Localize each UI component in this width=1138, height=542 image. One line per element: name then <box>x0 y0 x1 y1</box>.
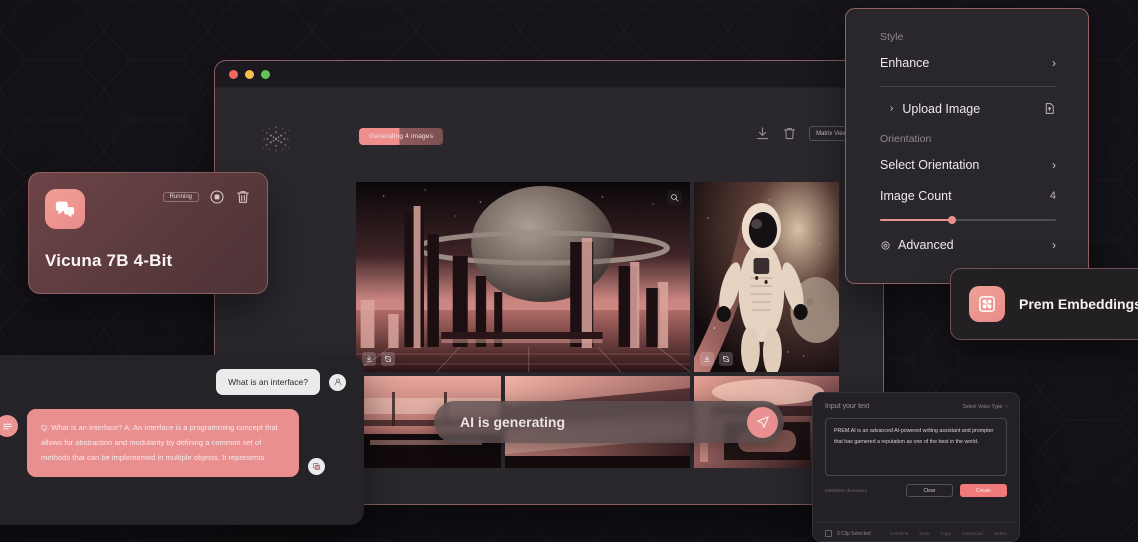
chat-message-user: What is an interface? <box>0 369 346 395</box>
prem-embeddings-title: Prem Embeddings <box>1019 296 1138 312</box>
ai-assistant-icon <box>0 415 18 437</box>
chevron-right-icon: › <box>1052 158 1056 172</box>
model-card-vicuna[interactable]: Running Vicuna 7B 4-Bit <box>28 172 268 294</box>
create-button[interactable]: Create <box>960 484 1007 497</box>
text-to-speech-panel: Input your text Select Voice Type › PREM… <box>812 392 1020 542</box>
stop-circle-icon[interactable] <box>209 189 225 205</box>
view-mode-label: Matrix View <box>816 130 847 137</box>
send-icon[interactable] <box>747 406 778 438</box>
ai-message-bubble: Q: What is an interface? A: An interface… <box>27 409 299 478</box>
model-card-actions: Running <box>162 189 251 205</box>
download-icon[interactable] <box>755 126 770 141</box>
slider-knob[interactable] <box>948 216 957 224</box>
model-card-header: Running <box>45 189 251 229</box>
trash-icon[interactable] <box>235 189 251 205</box>
download-link[interactable]: Download <box>962 531 982 536</box>
screenshot-root: Generating 4 images Matrix View ▾ <box>0 0 1138 542</box>
selection-count-label: 0 Clip Selected <box>837 530 871 537</box>
tile-tools-sci-fi-city <box>362 352 395 366</box>
tts-selection-bar: 0 Clip Selected Combine Mute Copy Downlo… <box>813 522 1019 537</box>
download-icon[interactable] <box>700 352 714 366</box>
tts-textarea[interactable]: PREM.AI is an advanced AI-powered writin… <box>825 418 1007 476</box>
image-count-slider[interactable] <box>880 216 1056 224</box>
generation-prompt-bar[interactable]: AI is generating <box>434 401 784 443</box>
select-orientation-row[interactable]: Select Orientation › <box>880 158 1056 172</box>
upload-file-icon[interactable] <box>1043 101 1056 116</box>
mute-link[interactable]: Mute <box>919 531 929 536</box>
advanced-row[interactable]: Advanced › <box>880 238 1056 252</box>
style-section-label: Style <box>880 31 904 43</box>
upload-image-label: Upload Image <box>902 101 981 116</box>
window-close-button[interactable] <box>229 69 238 79</box>
tts-footer: 049/5000 characters Clear Create <box>825 484 1007 497</box>
tile-tools-astronaut <box>700 352 733 366</box>
settings-eye-icon <box>880 240 891 251</box>
enhance-label: Enhance <box>880 56 930 70</box>
user-message-bubble: What is an interface? <box>216 369 320 395</box>
chevron-right-icon: › <box>1052 238 1056 252</box>
prem-embeddings-card[interactable]: Prem Embeddings <box>950 268 1138 340</box>
chevron-right-icon: › <box>1052 56 1056 70</box>
prompt-status-text: AI is generating <box>460 414 566 430</box>
chat-panel: What is an interface? Q: What is an inte… <box>0 355 364 525</box>
window-minimize-button[interactable] <box>245 69 254 79</box>
upload-image-row[interactable]: › Upload Image <box>880 101 1056 116</box>
select-all-checkbox[interactable] <box>825 530 832 537</box>
status-badge: Running <box>162 192 199 202</box>
window-maximize-button[interactable] <box>261 69 270 79</box>
magnifier-icon[interactable] <box>667 190 682 205</box>
image-settings-panel: Style Enhance › › Upload Image Orientati… <box>845 8 1089 284</box>
gallery-tile-sci-fi-city[interactable] <box>356 182 690 372</box>
trash-icon[interactable] <box>782 126 797 141</box>
user-avatar-icon <box>329 373 346 391</box>
voice-type-select[interactable]: Select Voice Type › <box>963 404 1007 410</box>
copy-link[interactable]: Copy <box>941 531 952 536</box>
regenerate-icon[interactable] <box>719 352 733 366</box>
clear-button[interactable]: Clear <box>906 484 953 497</box>
image-count-value: 4 <box>1049 190 1056 202</box>
voice-type-label: Select Voice Type <box>962 403 1003 410</box>
chevron-right-icon: › <box>890 103 894 114</box>
chat-message-ai: Q: What is an interface? A: An interface… <box>0 409 346 478</box>
chat-bubbles-icon <box>45 189 85 229</box>
regenerate-icon[interactable] <box>381 352 395 366</box>
enhance-row[interactable]: Enhance › <box>880 56 1056 70</box>
copy-icon[interactable] <box>308 458 325 476</box>
image-count-label: Image Count <box>880 189 952 203</box>
clip-action-links: Combine Mute Copy Download Delete <box>890 531 1007 536</box>
browser-titlebar <box>215 61 883 88</box>
character-counter: 049/5000 characters <box>825 488 867 493</box>
combine-link[interactable]: Combine <box>890 531 908 536</box>
settings-divider <box>880 86 1056 87</box>
embeddings-grid-icon <box>969 286 1005 322</box>
select-orientation-label: Select Orientation <box>880 158 980 172</box>
model-card-title: Vicuna 7B 4-Bit <box>45 251 173 270</box>
tts-header: Input your text Select Voice Type › <box>825 403 1007 410</box>
image-count-row: Image Count 4 <box>880 189 1056 203</box>
slider-fill <box>880 219 953 221</box>
generating-status-pill: Generating 4 images <box>359 128 444 145</box>
chevron-right-icon: › <box>1005 403 1007 410</box>
delete-link[interactable]: Delete <box>994 531 1007 536</box>
tts-input-label: Input your text <box>825 403 870 410</box>
orientation-section-label: Orientation <box>880 133 932 145</box>
advanced-label: Advanced <box>898 238 954 252</box>
gallery-tile-astronaut[interactable] <box>694 182 839 372</box>
download-icon[interactable] <box>362 352 376 366</box>
prem-particles-logo-icon <box>259 122 293 156</box>
